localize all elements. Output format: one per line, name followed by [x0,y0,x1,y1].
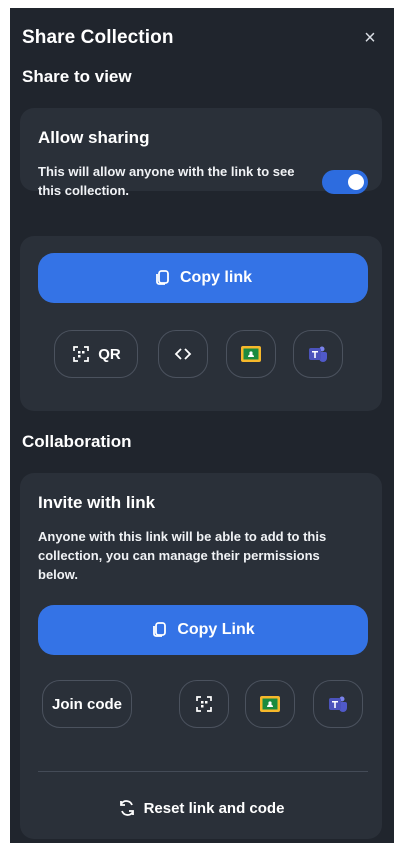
copy-invite-link-button[interactable]: Copy Link [38,605,368,655]
collaboration-heading: Collaboration [22,432,132,451]
allow-sharing-toggle[interactable] [322,170,368,194]
reset-link-label: Reset link and code [143,799,285,817]
copy-link-label: Copy link [179,269,252,286]
close-icon[interactable]: × [358,27,382,50]
reset-link-button[interactable]: Reset link and code [20,799,382,817]
join-code-label: Join code [51,695,122,713]
copy-icon [154,269,172,287]
allow-sharing-description-line1: This will allow anyone with the link to … [38,164,295,179]
allow-sharing-card: Allow sharing This will allow anyone wit… [20,108,382,198]
copy-link-button[interactable]: Copy link [38,253,368,303]
join-code-button[interactable]: Join code [42,680,132,728]
share-options-card: Copy link QR [20,236,382,411]
copy-icon [151,621,169,639]
panel-header: Share Collection × [22,24,382,52]
panel-title: Share Collection [22,27,174,48]
qr-code-icon [194,694,214,714]
copy-invite-link-label: Copy Link [177,621,255,638]
google-classroom-button[interactable] [226,330,276,378]
qr-button[interactable]: QR [54,330,138,378]
invite-with-link-card: Invite with link Anyone with this link w… [20,473,382,839]
refresh-icon [118,799,136,817]
allow-sharing-description-line2: this collection. [38,183,130,198]
invite-description-line2: collection, you can manage their permiss… [38,548,320,563]
qr-code-icon [71,344,91,364]
invite-with-link-title: Invite with link [38,493,156,512]
microsoft-teams-button[interactable] [293,330,343,378]
section-divider [38,771,368,772]
google-classroom-icon [259,695,281,713]
invite-google-classroom-button[interactable] [245,680,295,728]
embed-code-button[interactable] [158,330,208,378]
allow-sharing-title: Allow sharing [38,128,150,147]
share-collection-panel: Share Collection × Share to view Allow s… [10,8,394,843]
toggle-knob [348,174,364,190]
qr-label: QR [98,345,121,363]
invite-description-line3: below. [38,567,78,582]
embed-code-icon [174,345,192,363]
google-classroom-icon [240,345,262,363]
share-to-view-heading: Share to view [22,67,132,86]
invite-description-line1: Anyone with this link will be able to ad… [38,529,327,544]
microsoft-teams-icon [307,344,329,364]
microsoft-teams-icon [327,694,349,714]
invite-qr-button[interactable] [179,680,229,728]
invite-microsoft-teams-button[interactable] [313,680,363,728]
